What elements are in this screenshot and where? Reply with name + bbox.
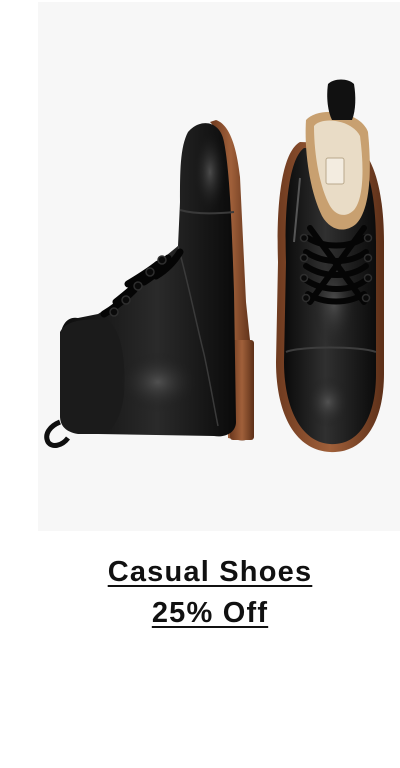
right-boot [276, 79, 384, 453]
promo-title: Casual Shoes [107, 556, 313, 588]
promo-link[interactable]: Casual Shoes 25% Off [0, 552, 400, 634]
promo-discount: 25% Off [151, 597, 269, 629]
promo-tile: Casual Shoes 25% Off [0, 0, 400, 768]
boots-image [44, 79, 384, 453]
product-image-link[interactable] [38, 2, 400, 531]
left-boot [44, 120, 254, 448]
